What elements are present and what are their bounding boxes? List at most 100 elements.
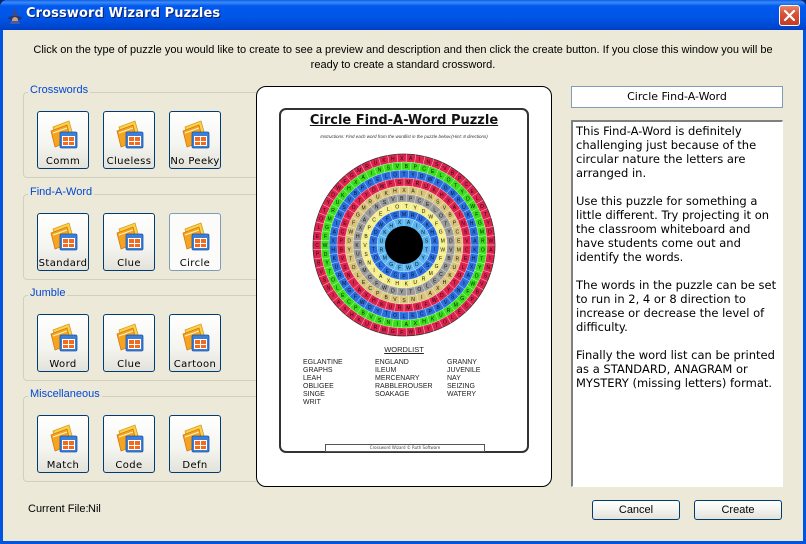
puzzle-letter: H [472,256,476,262]
puzzle-letter: I [370,171,371,177]
puzzle-letter: O [352,265,356,271]
tile-label: Defn [182,460,208,471]
puzzle-letter: U [374,161,378,167]
preview-title: Circle Find-A-Word Puzzle [309,113,499,128]
word: EGLANTINE [303,359,343,366]
wordlist-column-1: EGLANTINE GRAPHS LEAH OBLIGEE SINGE WRIT [303,359,343,407]
puzzle-letter: O [395,204,399,210]
puzzle-letter: O [447,178,451,184]
puzzle-letter: D [440,293,444,299]
dialog-body: Click on the type of puzzle you would li… [3,30,803,541]
word: ILEUM [375,367,397,374]
puzzle-letter: H [350,312,354,318]
puzzle-letter: O [393,313,397,319]
puzzle-letter: F [386,217,389,223]
puzzle-letter: M [480,229,484,235]
puzzle-type-button-word[interactable]: Word [37,314,89,372]
puzzle-letter: T [409,289,412,295]
title-bar[interactable]: Crossword Wizard Puzzles [0,0,806,30]
puzzle-letter: D [391,288,395,294]
puzzle-letter: I [463,281,464,287]
puzzle-letter: G [444,185,448,191]
puzzle-type-button-defn[interactable]: Defn [169,415,221,473]
puzzle-letter: I [434,247,435,253]
puzzle-letter: U [376,194,380,200]
puzzle-letter: R [457,198,461,204]
puzzle-type-button-clueless[interactable]: Clueless [103,111,155,169]
puzzle-letter: C [464,182,468,188]
puzzle-letter: U [380,238,384,244]
puzzle-book-icon [50,120,78,149]
puzzle-letter: W [408,330,413,336]
puzzle-letter: T [349,256,352,262]
puzzle-type-button-match[interactable]: Match [37,415,89,473]
instructions-text: Click on the type of puzzle you would li… [33,44,773,71]
group-crosswords: Crosswords Comm Clueless No Peeky [23,84,263,178]
puzzle-letter: D [415,262,419,268]
puzzle-letter: F [354,295,357,301]
cancel-button[interactable]: Cancel [592,500,680,520]
puzzle-letter: L [451,315,454,321]
puzzle-letter: L [426,284,429,290]
close-button[interactable] [779,5,800,26]
puzzle-letter: N [486,265,490,271]
puzzle-letter: M [362,268,366,274]
puzzle-letter: U [389,304,393,310]
puzzle-letter: H [389,224,393,230]
puzzle-letter: W [432,298,437,304]
puzzle-letter: C [456,229,460,235]
puzzle-letter: M [382,327,386,333]
puzzle-letter: C [439,272,443,278]
puzzle-type-button-standard[interactable]: Standard [37,213,89,271]
puzzle-type-button-circle[interactable]: Circle [169,213,221,271]
group-label: Miscellaneous [28,388,102,400]
puzzle-letter: I [489,256,490,262]
puzzle-letter: D [372,188,376,194]
tile-label: Code [115,460,143,471]
puzzle-letter: C [315,243,319,249]
puzzle-letter: M [441,238,445,244]
word: WRIT [303,399,321,406]
puzzle-letter: D [368,305,372,311]
puzzle-letter: I [336,221,337,227]
puzzle-type-button-no-peeky[interactable]: No Peeky [169,111,221,169]
puzzle-letter: L [403,314,406,320]
puzzle-letter: W [470,282,475,288]
puzzle-letter: T [454,183,457,189]
puzzle-type-button-clue[interactable]: Clue [103,213,155,271]
puzzle-letter: I [421,191,422,197]
puzzle-letter: D [418,328,422,334]
puzzle-letter: I [421,295,422,301]
puzzle-letter: M [402,212,406,218]
puzzle-letter: L [476,196,479,202]
preview-page: Circle Find-A-Word Puzzle Instructions: … [279,108,529,453]
puzzle-letter: G [389,262,393,268]
puzzle-letter: O [352,205,356,211]
puzzle-letter: R [331,208,335,214]
wordlist-title: WORDLIST [384,345,424,354]
puzzle-type-button-clue[interactable]: Clue [103,314,155,372]
puzzle-letter: D [331,192,335,198]
puzzle-letter: G [325,225,329,231]
puzzle-letter: T [385,312,388,318]
puzzle-letter: N [347,273,351,279]
puzzle-letter: G [398,180,402,186]
puzzle-description[interactable]: This Find-A-Word is definitely challengi… [571,120,783,487]
puzzle-letter: I [373,268,374,274]
create-button[interactable]: Create [694,500,782,520]
puzzle-letter: U [453,265,457,271]
puzzle-letter: R [416,181,420,187]
puzzle-letter: O [331,278,335,284]
puzzle-book-icon [50,424,78,453]
puzzle-type-button-code[interactable]: Code [103,415,155,473]
puzzle-letter: D [324,252,328,258]
puzzle-type-button-cartoon[interactable]: Cartoon [169,314,221,372]
puzzle-letter: N [411,297,415,303]
puzzle-letter: G [415,304,419,310]
puzzle-letter: I [416,224,417,230]
puzzle-letter: G [356,213,360,219]
puzzle-letter: M [342,281,346,287]
puzzle-letter: H [356,234,360,240]
group-miscellaneous: Miscellaneous Match Code Defn [23,388,263,482]
puzzle-type-button-comm[interactable]: Comm [37,111,89,169]
